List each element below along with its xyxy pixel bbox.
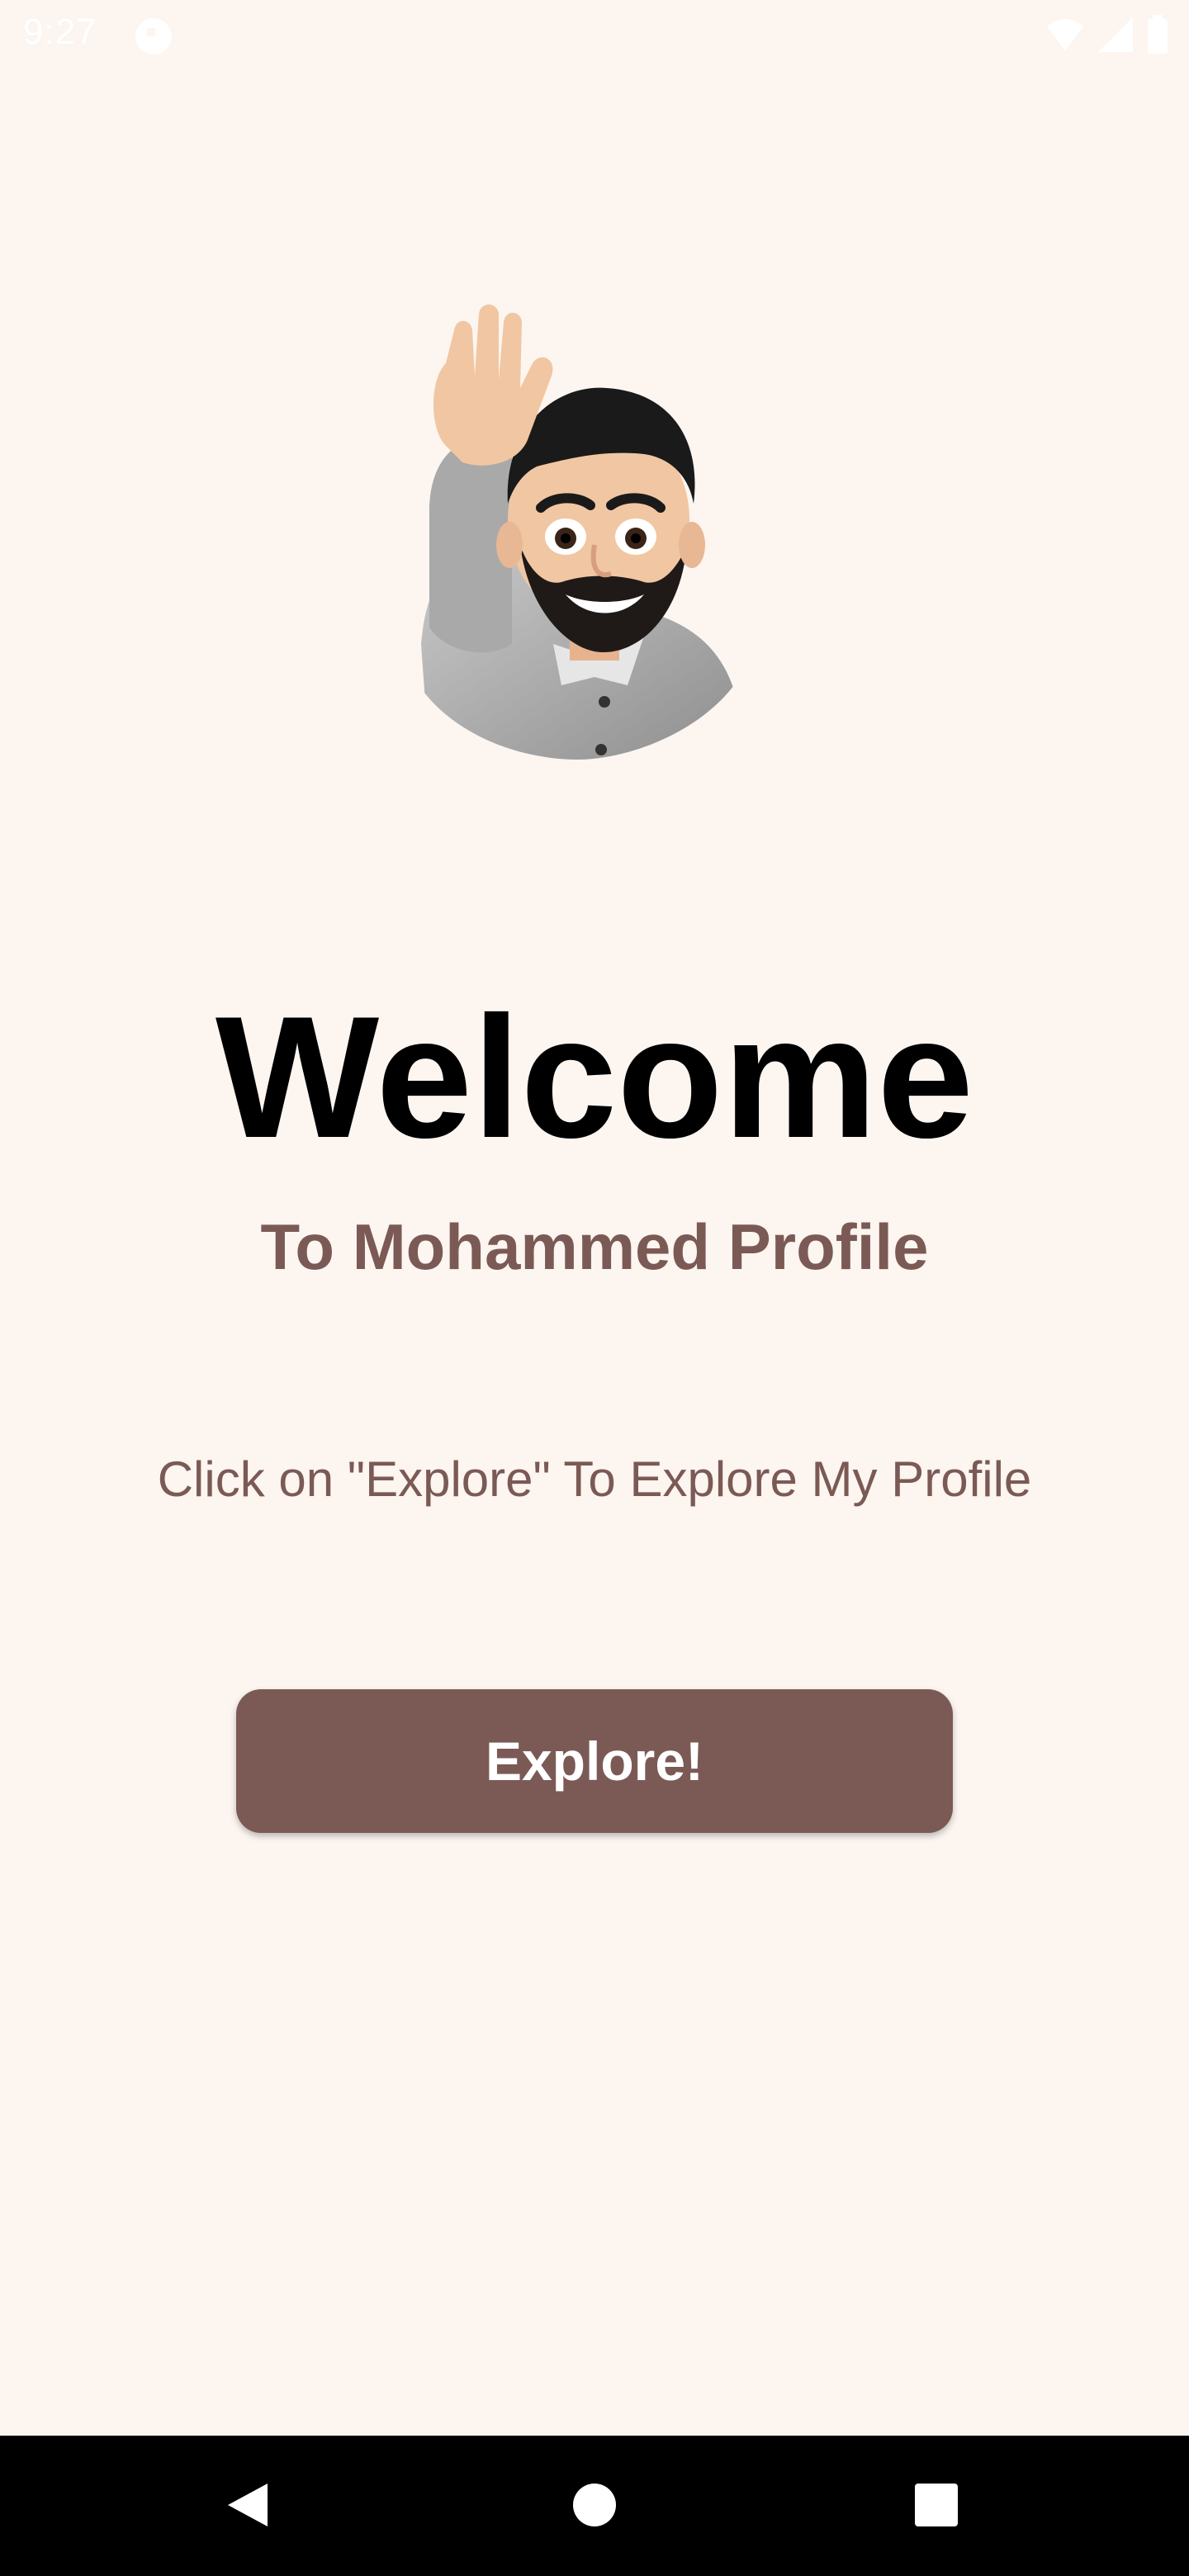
home-button[interactable] xyxy=(545,2436,644,2576)
recents-icon xyxy=(913,2482,959,2531)
home-icon xyxy=(571,2482,618,2531)
welcome-subtitle: To Mohammed Profile xyxy=(260,1210,929,1283)
status-icons xyxy=(1045,15,1169,59)
status-time: 9:27 xyxy=(23,12,97,52)
navigation-bar xyxy=(0,2436,1189,2576)
recents-button[interactable] xyxy=(887,2436,986,2576)
battery-icon xyxy=(1146,15,1169,59)
waving-memoji-avatar xyxy=(396,297,760,760)
notification-icon xyxy=(134,17,173,56)
welcome-title: Welcome xyxy=(215,980,974,1174)
back-button[interactable] xyxy=(198,2436,297,2576)
instruction-text: Click on "Explore" To Explore My Profile xyxy=(157,1451,1032,1507)
wifi-icon xyxy=(1045,17,1085,57)
explore-button[interactable]: Explore! xyxy=(236,1689,953,1833)
signal-icon xyxy=(1097,16,1135,58)
status-bar: 9:27 xyxy=(0,0,1189,69)
back-icon xyxy=(225,2480,271,2532)
